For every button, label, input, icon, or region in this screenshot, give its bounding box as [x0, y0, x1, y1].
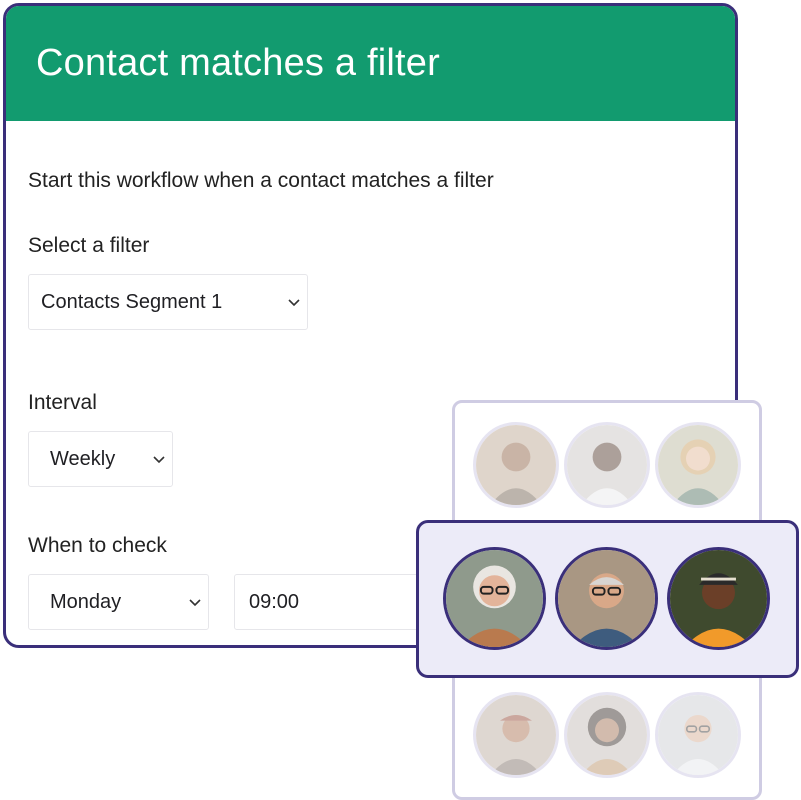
interval-select-value: Weekly	[50, 447, 116, 470]
filter-label: Select a filter	[28, 234, 150, 257]
person-avatar	[443, 547, 546, 650]
chevron-down-icon	[287, 295, 301, 309]
filter-select[interactable]: Contacts Segment 1	[28, 274, 308, 330]
person-avatar	[564, 692, 650, 778]
person-avatar	[564, 422, 650, 508]
person-avatar	[473, 422, 559, 508]
card-title: Contact matches a filter	[36, 42, 440, 84]
interval-select[interactable]: Weekly	[28, 431, 173, 487]
interval-label: Interval	[28, 391, 97, 414]
time-input[interactable]: 09:00	[234, 574, 434, 630]
person-avatar	[667, 547, 770, 650]
person-avatar	[555, 547, 658, 650]
person-avatar	[473, 692, 559, 778]
chevron-down-icon	[188, 595, 202, 609]
card-header: Contact matches a filter	[6, 6, 735, 121]
day-select[interactable]: Monday	[28, 574, 209, 630]
chevron-down-icon	[152, 452, 166, 466]
when-to-check-label: When to check	[28, 534, 167, 557]
day-select-value: Monday	[50, 590, 122, 613]
trigger-description: Start this workflow when a contact match…	[28, 169, 494, 192]
person-avatar	[655, 422, 741, 508]
filter-select-value: Contacts Segment 1	[41, 290, 223, 313]
time-input-value: 09:00	[249, 590, 300, 613]
person-avatar	[655, 692, 741, 778]
